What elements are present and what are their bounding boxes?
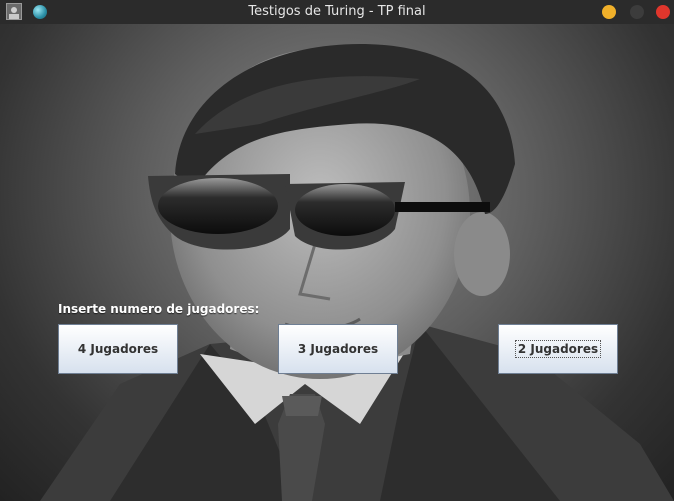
minimize-icon[interactable] <box>602 5 616 19</box>
title-bar[interactable]: Testigos de Turing - TP final <box>0 0 674 24</box>
app-window: Testigos de Turing - TP final Inserte nu… <box>0 0 674 501</box>
window-title: Testigos de Turing - TP final <box>248 4 426 19</box>
three-players-button-label: 3 Jugadores <box>297 342 379 356</box>
background-portrait <box>40 44 674 501</box>
two-players-button-label: 2 Jugadores <box>514 340 602 358</box>
players-prompt-label: Inserte numero de jugadores: <box>58 302 260 316</box>
close-icon[interactable] <box>656 5 670 19</box>
maximize-icon[interactable] <box>630 5 644 19</box>
main-panel: Inserte numero de jugadores: 4 Jugadores… <box>0 24 674 501</box>
four-players-button[interactable]: 4 Jugadores <box>58 324 178 374</box>
three-players-button[interactable]: 3 Jugadores <box>278 324 398 374</box>
four-players-button-label: 4 Jugadores <box>77 342 159 356</box>
two-players-button[interactable]: 2 Jugadores <box>498 324 618 374</box>
